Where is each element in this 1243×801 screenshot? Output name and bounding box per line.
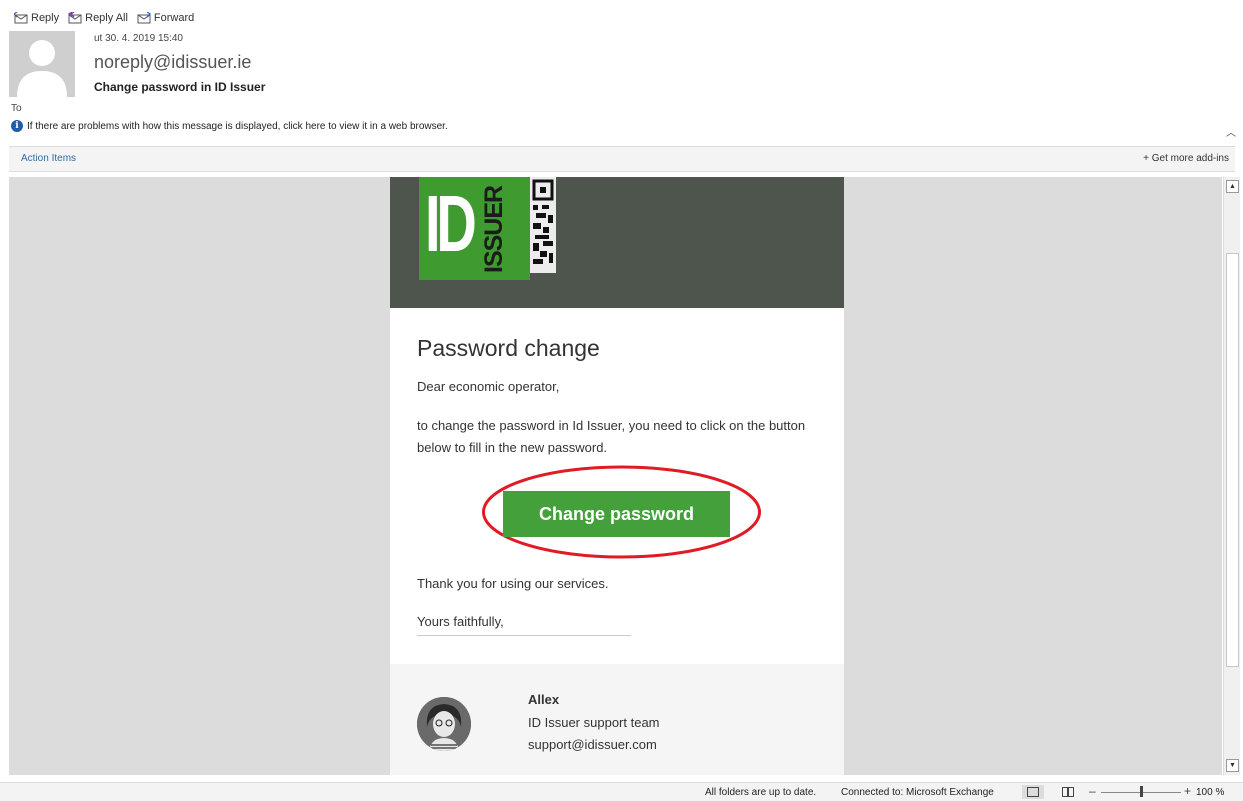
id-issuer-logo: ID ISSUER: [419, 177, 530, 280]
reading-toolbar: Reply Reply All Forward: [14, 12, 194, 24]
reply-all-button[interactable]: Reply All: [68, 12, 128, 24]
message-date: ut 30. 4. 2019 15:40: [94, 33, 183, 44]
collapse-header-icon[interactable]: ︿: [1226, 124, 1236, 139]
email-closing: Yours faithfully,: [417, 614, 504, 629]
zoom-out-button[interactable]: –: [1089, 784, 1096, 798]
to-label: To: [11, 103, 22, 114]
email-signature: Allex ID Issuer support team support@idi…: [390, 664, 844, 775]
reply-icon: [14, 12, 28, 24]
forward-icon: [137, 12, 151, 24]
support-email-link[interactable]: support@idissuer.com: [528, 737, 657, 752]
sync-status: All folders are up to date.: [705, 787, 817, 798]
email-thanks: Thank you for using our services.: [417, 576, 609, 591]
scroll-thumb[interactable]: [1226, 253, 1239, 667]
reply-button[interactable]: Reply: [14, 12, 59, 24]
logo-issuer-text: ISSUER: [480, 185, 508, 273]
reading-view-icon[interactable]: [1057, 785, 1079, 799]
scroll-down-icon[interactable]: ▼: [1226, 759, 1239, 772]
forward-label: Forward: [153, 12, 195, 24]
email-body-text: to change the password in Id Issuer, you…: [417, 418, 806, 455]
change-password-button[interactable]: Change password: [503, 491, 730, 537]
sender-avatar: [9, 31, 75, 97]
cta-area: Change password: [480, 463, 763, 561]
status-bar: All folders are up to date. Connected to…: [0, 782, 1243, 801]
scroll-up-icon[interactable]: ▲: [1226, 180, 1239, 193]
info-text: If there are problems with how this mess…: [27, 120, 448, 132]
vertical-scrollbar[interactable]: ▲ ▼: [1223, 177, 1240, 775]
support-name: Allex: [528, 692, 560, 707]
signature-divider: [417, 635, 631, 636]
person-icon: [17, 40, 67, 97]
action-bar: Action Items + Get more add-ins: [9, 146, 1235, 172]
qr-code-icon: [530, 177, 556, 273]
get-addins-label: Get more add-ins: [1151, 153, 1229, 164]
email-card: ID ISSUER Password change Dear economic …: [390, 177, 844, 775]
logo-id-text: ID: [425, 179, 477, 268]
person-illustration-icon: [417, 697, 471, 751]
forward-button[interactable]: Forward: [137, 12, 194, 24]
info-icon: i: [11, 120, 23, 132]
zoom-level[interactable]: 100 %: [1196, 787, 1224, 798]
message-subject: Change password in ID Issuer: [94, 80, 266, 94]
email-title: Password change: [417, 335, 600, 361]
email-banner: ID ISSUER: [390, 177, 844, 308]
message-header: Reply Reply All Forward ut 30. 4. 2019 1…: [0, 0, 1243, 148]
support-team: ID Issuer support team: [528, 715, 660, 730]
connection-status: Connected to: Microsoft Exchange: [841, 787, 994, 798]
plus-icon: +: [1143, 153, 1152, 164]
zoom-in-button[interactable]: +: [1184, 784, 1191, 798]
message-body-pane: ID ISSUER Password change Dear economic …: [9, 177, 1222, 775]
normal-view-icon[interactable]: [1022, 785, 1044, 799]
zoom-slider-thumb[interactable]: [1140, 786, 1143, 797]
action-items-link[interactable]: Action Items: [21, 153, 76, 164]
info-bar[interactable]: i If there are problems with how this me…: [11, 120, 448, 132]
reply-label: Reply: [31, 12, 60, 24]
reply-all-icon: [68, 12, 82, 24]
reply-all-label: Reply All: [85, 12, 128, 24]
get-addins-button[interactable]: + Get more add-ins: [1143, 153, 1229, 164]
support-avatar: [417, 697, 471, 751]
sender-address[interactable]: noreply@idissuer.ie: [94, 52, 251, 73]
email-greeting: Dear economic operator,: [417, 379, 560, 394]
